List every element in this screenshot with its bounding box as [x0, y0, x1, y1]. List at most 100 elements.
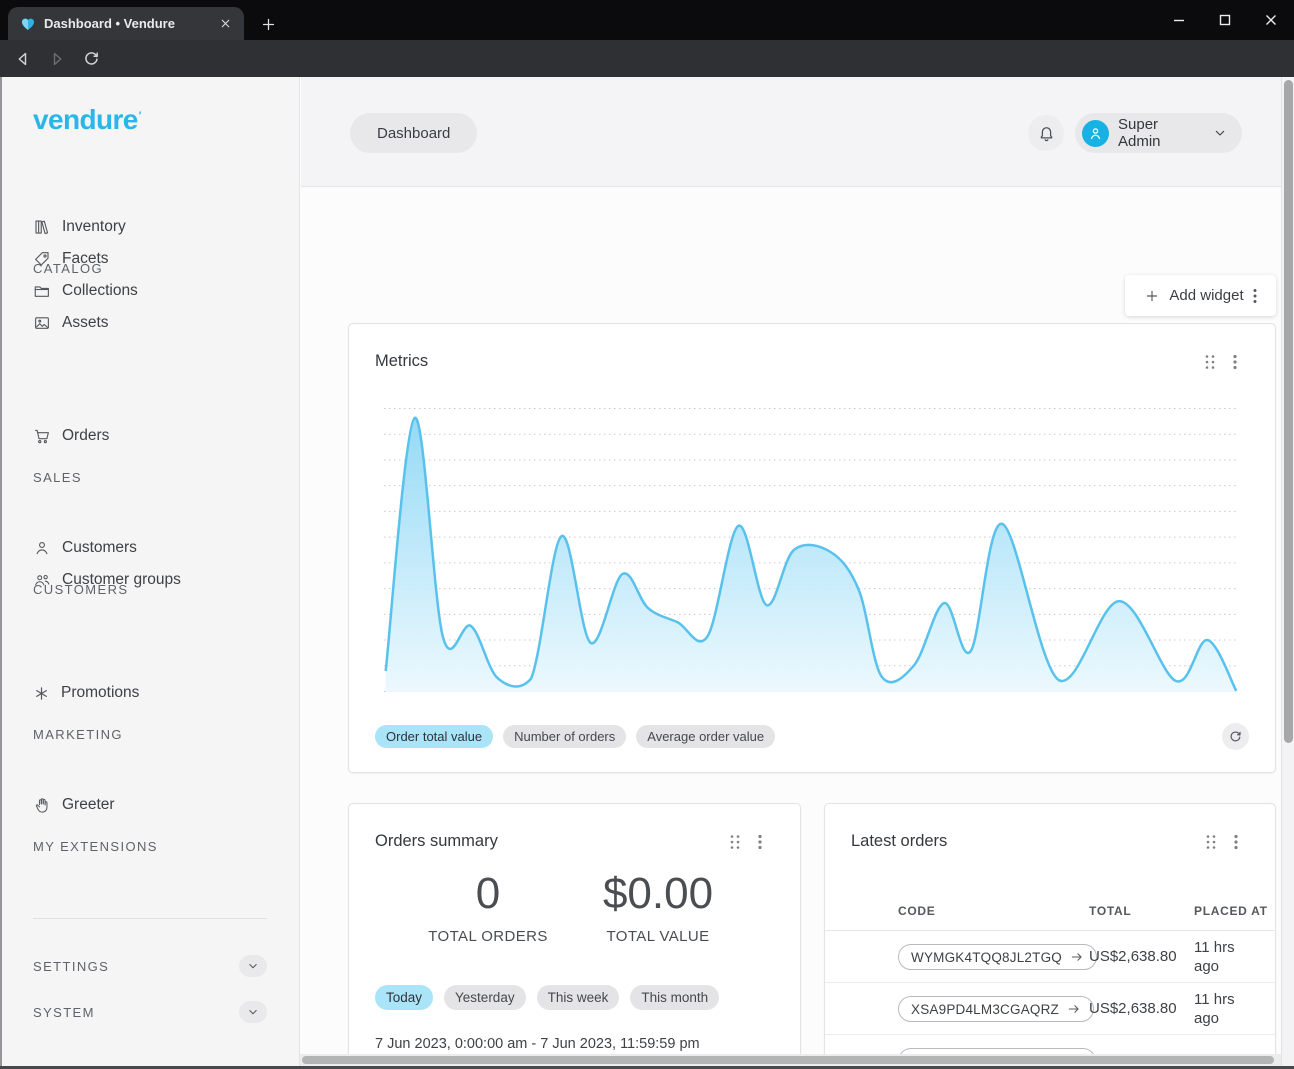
- sidebar-section-sales: SALES: [33, 470, 82, 485]
- tab-close-icon[interactable]: [216, 15, 234, 33]
- latest-orders-title: Latest orders: [851, 832, 947, 851]
- window-minimize-button[interactable]: [1156, 0, 1202, 40]
- vendure-heart-favicon: [20, 16, 36, 32]
- promotions-asterisk-icon: [33, 685, 50, 702]
- user-name: Super Admin: [1118, 116, 1203, 150]
- latest-orders-widget: Latest orders CODE TOTAL PLACED AT WYMGK…: [824, 803, 1276, 1069]
- dashboard-content: Add widget Metrics: [301, 188, 1281, 1069]
- sidebar-item-inventory[interactable]: Inventory: [33, 213, 126, 241]
- range-this-month[interactable]: This month: [630, 985, 719, 1010]
- collections-folder-icon: [33, 282, 51, 300]
- kebab-menu-icon[interactable]: [758, 834, 762, 850]
- user-menu[interactable]: Super Admin: [1075, 113, 1242, 153]
- vertical-scrollbar[interactable]: [1281, 77, 1294, 1069]
- order-row: WYMGK4TQQ8JL2TGQ US$2,638.80 11 hrs ago: [825, 931, 1276, 983]
- kebab-menu-icon[interactable]: [1234, 834, 1238, 850]
- tab-strip: Dashboard • Vendure: [0, 0, 1294, 40]
- tab-order-total-value[interactable]: Order total value: [375, 725, 493, 748]
- window-maximize-button[interactable]: [1202, 0, 1248, 40]
- horizontal-scrollbar-thumb[interactable]: [302, 1056, 1274, 1064]
- refresh-icon: [1228, 729, 1243, 744]
- sidebar-divider: [33, 918, 267, 919]
- col-placed-at: PLACED AT: [1194, 904, 1268, 918]
- sidebar-item-greeter[interactable]: Greeter: [33, 791, 115, 819]
- tab-average-order-value[interactable]: Average order value: [636, 725, 775, 748]
- greeter-hand-icon: [33, 796, 51, 814]
- vendure-logo: vendure′: [33, 104, 141, 136]
- sidebar-item-promotions[interactable]: Promotions: [33, 679, 139, 707]
- col-total: TOTAL: [1089, 904, 1131, 918]
- chevron-down-icon: [1212, 125, 1228, 141]
- horizontal-scrollbar[interactable]: [300, 1054, 1281, 1066]
- metrics-title: Metrics: [375, 352, 428, 371]
- drag-handle-icon[interactable]: [1205, 834, 1217, 850]
- sidebar-section-marketing: MARKETING: [33, 727, 123, 742]
- vertical-scrollbar-thumb[interactable]: [1284, 80, 1293, 743]
- browser-tab[interactable]: Dashboard • Vendure: [8, 7, 244, 40]
- plus-icon: [1144, 288, 1160, 304]
- customer-person-icon: [33, 539, 51, 557]
- customer-groups-icon: [33, 571, 51, 589]
- breadcrumb[interactable]: Dashboard: [350, 113, 477, 153]
- sidebar-section-system[interactable]: SYSTEM: [33, 999, 267, 1025]
- orders-cart-icon: [33, 427, 51, 445]
- orders-table-header: CODE TOTAL PLACED AT: [825, 892, 1276, 931]
- order-total: US$2,638.80: [1089, 1000, 1177, 1017]
- sidebar-item-customers[interactable]: Customers: [33, 534, 137, 562]
- sidebar: vendure′ CATALOG Inventory Facets Collec…: [0, 77, 300, 1069]
- add-widget-kebab-icon[interactable]: [1253, 288, 1257, 304]
- range-this-week[interactable]: This week: [537, 985, 620, 1010]
- reload-icon[interactable]: [76, 44, 106, 74]
- bell-icon: [1037, 124, 1056, 143]
- summary-period: 7 Jun 2023, 0:00:00 am - 7 Jun 2023, 11:…: [375, 1036, 700, 1052]
- drag-handle-icon[interactable]: [1204, 354, 1216, 370]
- metrics-widget: Metrics Ord: [348, 323, 1276, 773]
- add-widget-button[interactable]: Add widget: [1125, 275, 1276, 316]
- window-controls: [1156, 0, 1294, 40]
- metrics-chart: [384, 408, 1238, 692]
- new-tab-button[interactable]: [254, 10, 282, 38]
- sidebar-section-settings[interactable]: SETTINGS: [33, 953, 267, 979]
- app-header: Dashboard Super Admin: [301, 77, 1281, 187]
- range-today[interactable]: Today: [375, 985, 433, 1010]
- window-close-button[interactable]: [1248, 0, 1294, 40]
- range-yesterday[interactable]: Yesterday: [444, 985, 526, 1010]
- browser-window: Dashboard • Vendure: [0, 0, 1294, 1069]
- settings-expand-button[interactable]: [239, 955, 267, 977]
- inventory-books-icon: [33, 218, 51, 236]
- sidebar-item-facets[interactable]: Facets: [33, 245, 109, 273]
- orders-summary-widget: Orders summary 0 TOTAL ORDERS $0.00 TOTA…: [348, 803, 801, 1069]
- user-avatar-icon: [1082, 120, 1109, 147]
- metrics-tabs: Order total value Number of orders Avera…: [375, 725, 775, 748]
- order-code-chip[interactable]: XSA9PD4LM3CGAQRZ: [898, 996, 1094, 1022]
- forward-icon[interactable]: [42, 44, 72, 74]
- col-code: CODE: [898, 904, 935, 918]
- sidebar-item-customer-groups[interactable]: Customer groups: [33, 566, 181, 594]
- back-icon[interactable]: [8, 44, 38, 74]
- sidebar-item-collections[interactable]: Collections: [33, 277, 138, 305]
- order-total: US$2,638.80: [1089, 948, 1177, 965]
- tab-number-of-orders[interactable]: Number of orders: [503, 725, 626, 748]
- total-value-stat: $0.00 TOTAL VALUE: [603, 870, 713, 945]
- window-left-edge: [0, 77, 2, 1069]
- orders-summary-title: Orders summary: [375, 832, 498, 851]
- order-placed-at: 11 hrs ago: [1194, 991, 1244, 1029]
- refresh-button[interactable]: [1222, 723, 1249, 750]
- sidebar-item-orders[interactable]: Orders: [33, 422, 109, 450]
- order-row: XSA9PD4LM3CGAQRZ US$2,638.80 11 hrs ago: [825, 983, 1276, 1035]
- kebab-menu-icon[interactable]: [1233, 354, 1237, 370]
- facets-tag-icon: [33, 250, 51, 268]
- summary-range-tabs: Today Yesterday This week This month: [375, 985, 719, 1010]
- notifications-button[interactable]: [1028, 115, 1064, 151]
- drag-handle-icon[interactable]: [729, 834, 741, 850]
- browser-toolbar: ! localhost:3000/admin/: [0, 40, 1294, 77]
- tab-title: Dashboard • Vendure: [44, 16, 208, 31]
- assets-image-icon: [33, 314, 51, 332]
- total-orders-stat: 0 TOTAL ORDERS: [428, 870, 548, 945]
- order-placed-at: 11 hrs ago: [1194, 939, 1244, 977]
- order-code-chip[interactable]: WYMGK4TQQ8JL2TGQ: [898, 944, 1097, 970]
- sidebar-item-assets[interactable]: Assets: [33, 309, 109, 337]
- sidebar-section-my-extensions: MY EXTENSIONS: [33, 839, 158, 854]
- system-expand-button[interactable]: [239, 1001, 267, 1023]
- vendure-admin-app: vendure′ CATALOG Inventory Facets Collec…: [0, 77, 1294, 1069]
